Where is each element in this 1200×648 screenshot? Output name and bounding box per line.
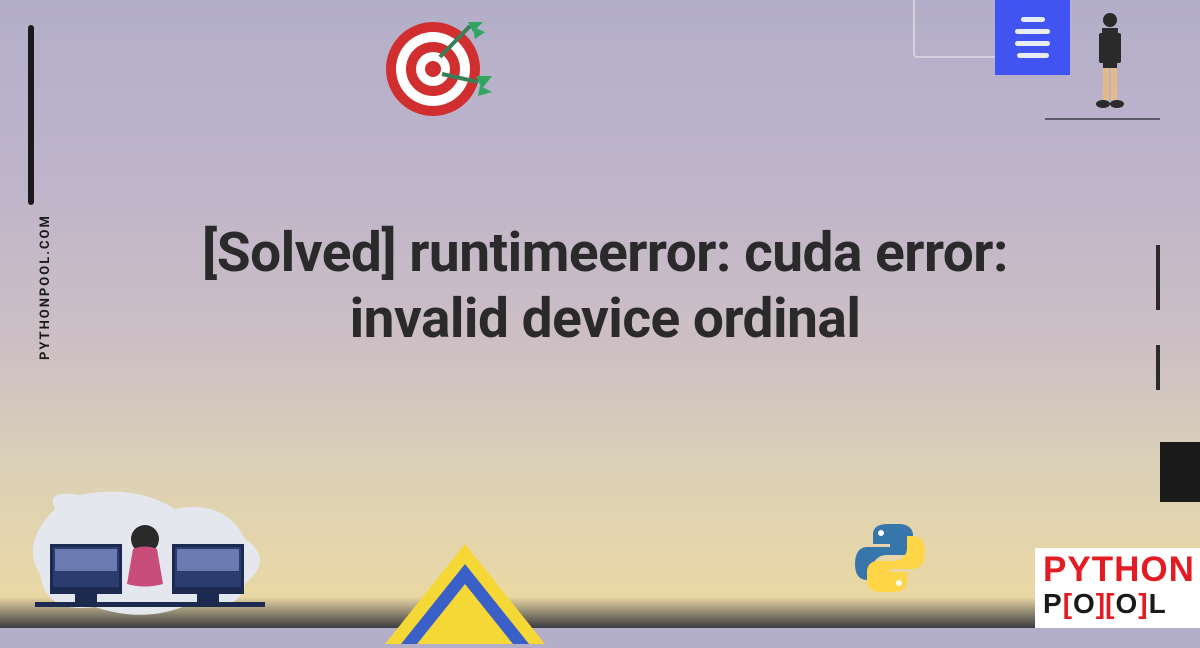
menu-line: [1021, 17, 1045, 22]
menu-line: [1015, 29, 1050, 34]
decorative-bar-left: [28, 25, 34, 205]
brand-logo: PYTHON P[O][O]L: [1035, 548, 1200, 628]
site-url: PYTHONPOOL.COM: [38, 214, 53, 360]
decorative-box-right: [1160, 442, 1200, 502]
person-icon: [1090, 8, 1130, 124]
decorative-bar-right: [1156, 245, 1160, 310]
menu-icon[interactable]: [995, 0, 1070, 75]
triangle-icon: [385, 544, 545, 648]
brand-text-pool: P[O][O]L: [1043, 588, 1200, 620]
brand-text-python: PYTHON: [1043, 550, 1200, 590]
platform-line: [1045, 118, 1160, 120]
menu-line: [1015, 41, 1050, 46]
python-icon: [855, 522, 925, 598]
desk-illustration: [15, 489, 285, 628]
menu-line: [1017, 53, 1049, 58]
decorative-bar-right: [1156, 345, 1160, 390]
target-icon: [380, 14, 495, 133]
page-title: [Solved] runtimeerror: cuda error: inval…: [145, 220, 1065, 352]
